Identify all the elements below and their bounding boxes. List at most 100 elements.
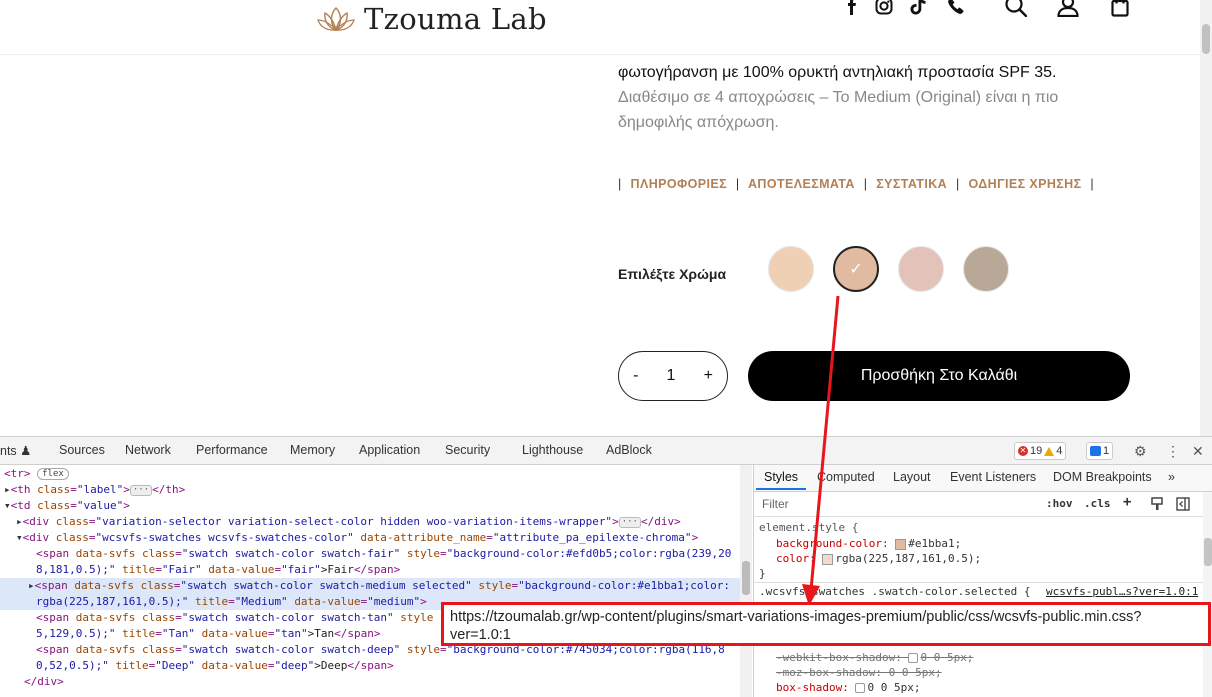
css-prop: box-shadow: bbox=[776, 681, 856, 694]
attr-value: "medium" bbox=[367, 595, 421, 608]
attr-value: "wcsvfs-swatches wcsvfs-swatches-color" bbox=[95, 531, 354, 544]
css-declaration-box-shadow[interactable]: box-shadow: 0 0 5px; bbox=[776, 681, 920, 694]
cls-toggle[interactable]: .cls bbox=[1084, 497, 1111, 510]
tab-memory[interactable]: Memory bbox=[290, 443, 335, 457]
shopping-bag-icon[interactable] bbox=[1108, 0, 1132, 18]
attr-value: rgba(225,187,161,0.5);" bbox=[36, 595, 195, 608]
qty-value[interactable]: 1 bbox=[661, 367, 682, 385]
swatch-fair[interactable] bbox=[768, 246, 814, 292]
css-declaration-webkit-shadow[interactable]: -webkit-box-shadow: 0 0 5px; bbox=[776, 651, 973, 664]
tab-sources[interactable]: Sources bbox=[59, 443, 105, 457]
instagram-icon[interactable] bbox=[872, 0, 896, 18]
settings-gear-icon[interactable]: ⚙ bbox=[1134, 443, 1147, 460]
color-swatch[interactable] bbox=[822, 553, 834, 565]
styles-scrollbar[interactable] bbox=[1203, 492, 1212, 697]
user-account-icon[interactable] bbox=[1056, 0, 1080, 18]
collapsed-ellipsis[interactable]: ··· bbox=[129, 484, 153, 496]
swatch-deep[interactable] bbox=[963, 246, 1009, 292]
css-source-link[interactable]: wcsvfs-publ…s?ver=1.0:1 bbox=[1046, 585, 1198, 598]
more-tabs-chevron-icon[interactable]: » bbox=[1168, 470, 1175, 484]
tab-security[interactable]: Security bbox=[445, 443, 490, 457]
shadow-editor-icon[interactable] bbox=[908, 653, 919, 663]
swatch-tan[interactable] bbox=[898, 246, 944, 292]
styles-scrollbar-thumb[interactable] bbox=[1204, 538, 1212, 566]
attr-name: style bbox=[406, 547, 441, 560]
filter-input[interactable]: Filter bbox=[762, 497, 789, 511]
tag-text: </span> bbox=[347, 659, 394, 672]
dom-node-th[interactable]: ▸<th class="label"> ··· </th> bbox=[4, 482, 185, 498]
attr-value: "Medium" bbox=[234, 595, 295, 608]
swatch-medium[interactable]: ✓ bbox=[833, 246, 879, 292]
site-logo[interactable]: Tzouma Lab bbox=[316, 2, 547, 36]
tab-layout[interactable]: Layout bbox=[893, 470, 931, 484]
dom-node-span-tan[interactable]: <span data-svfs class="swatch swatch-col… bbox=[36, 610, 433, 626]
styles-pane: Styles Computed Layout Event Listeners D… bbox=[753, 465, 1212, 697]
tab-event-listeners[interactable]: Event Listeners bbox=[950, 470, 1036, 484]
issues-counter[interactable]: ✕ 19 4 bbox=[1014, 442, 1067, 460]
text-node: >Fair bbox=[320, 563, 354, 576]
more-options-icon[interactable]: ⋮ bbox=[1166, 443, 1180, 460]
page-scrollbar[interactable] bbox=[1200, 0, 1212, 436]
shadow-editor-icon[interactable] bbox=[855, 683, 866, 693]
equals: = bbox=[88, 515, 96, 528]
close-devtools-icon[interactable]: ✕ bbox=[1192, 443, 1204, 460]
flex-badge[interactable]: flex bbox=[37, 468, 69, 480]
tab-results[interactable]: ΑΠΟΤΕΛΕΣΜΑΤΑ bbox=[748, 177, 855, 191]
attr-value: "swatch swatch-color swatch-medium selec… bbox=[180, 579, 479, 592]
info-counter[interactable]: 1 bbox=[1086, 442, 1114, 460]
tab-computed[interactable]: Computed bbox=[817, 470, 875, 484]
collapsed-ellipsis[interactable]: ··· bbox=[618, 516, 641, 528]
css-declaration-color[interactable]: color: rgba(225,187,161,0.5); bbox=[776, 552, 981, 565]
tab-ingredients[interactable]: ΣΥΣΤΑΤΙΚΑ bbox=[876, 177, 947, 191]
attr-value: "variation-selector variation-select-col… bbox=[95, 515, 613, 528]
hov-toggle[interactable]: :hov bbox=[1046, 497, 1073, 510]
css-declaration-moz-shadow[interactable]: -moz-box-shadow: 0 0 5px; bbox=[776, 666, 942, 679]
tab-instructions[interactable]: ΟΔΗΓΙΕΣ ΧΡΗΣΗΣ bbox=[968, 177, 1081, 191]
dom-node-span-fair[interactable]: <span data-svfs class="swatch swatch-col… bbox=[36, 546, 731, 562]
paint-brush-icon[interactable] bbox=[1150, 497, 1164, 511]
attr-value: 8,181,0.5);" bbox=[36, 563, 123, 576]
sidebar-toggle-icon[interactable] bbox=[1176, 497, 1190, 511]
tag-text: <div bbox=[22, 515, 56, 528]
tab-elements[interactable]: nts ♟ bbox=[0, 443, 31, 458]
dom-node-span-tan-cont[interactable]: 5,129,0.5);" title="Tan" data-value="tan… bbox=[36, 626, 380, 642]
tab-separator: | bbox=[863, 177, 868, 191]
attr-value: "swatch swatch-color swatch-deep" bbox=[181, 643, 407, 656]
tab-dom-breakpoints[interactable]: DOM Breakpoints bbox=[1053, 470, 1152, 484]
tab-application[interactable]: Application bbox=[359, 443, 420, 457]
tab-adblock[interactable]: AdBlock bbox=[606, 443, 652, 457]
css-declaration-bg[interactable]: background-color: #e1bba1; bbox=[776, 537, 961, 550]
add-to-cart-button[interactable]: Προσθήκη Στο Καλάθι bbox=[748, 351, 1130, 401]
description-line: Διαθέσιμο σε 4 αποχρώσεις – Το Medium (O… bbox=[618, 89, 1059, 106]
tag-text: <span bbox=[36, 547, 76, 560]
dom-node-span-fair-cont[interactable]: 8,181,0.5);" title="Fair" data-value="fa… bbox=[36, 562, 400, 578]
warning-count: 4 bbox=[1056, 445, 1063, 457]
elements-scrollbar[interactable] bbox=[740, 465, 752, 697]
tiktok-icon[interactable] bbox=[906, 0, 930, 18]
page-scrollbar-thumb[interactable] bbox=[1202, 24, 1210, 54]
dom-node-div-close[interactable]: </div> bbox=[24, 674, 64, 690]
tab-performance[interactable]: Performance bbox=[196, 443, 268, 457]
facebook-icon[interactable] bbox=[840, 0, 864, 18]
phone-icon[interactable] bbox=[944, 0, 968, 18]
qty-minus-button[interactable]: - bbox=[627, 367, 644, 385]
tab-lighthouse[interactable]: Lighthouse bbox=[522, 443, 583, 457]
equals: = bbox=[155, 563, 162, 576]
color-swatch[interactable] bbox=[895, 538, 907, 550]
tab-styles[interactable]: Styles bbox=[764, 470, 798, 484]
dom-node-tr[interactable]: <tr> flex bbox=[4, 466, 69, 482]
tab-separator: | bbox=[955, 177, 960, 191]
new-rule-plus-icon[interactable]: + bbox=[1123, 494, 1131, 510]
dom-node-span-deep-cont[interactable]: 0,52,0.5);" title="Deep" data-value="dee… bbox=[36, 658, 394, 674]
error-count: 19 bbox=[1030, 445, 1043, 457]
dom-node-td[interactable]: ▾<td class="value"> bbox=[4, 498, 130, 514]
tab-network[interactable]: Network bbox=[125, 443, 171, 457]
search-icon[interactable] bbox=[1004, 0, 1028, 18]
dom-node-swatches-div[interactable]: ▾<div class="wcsvfs-swatches wcsvfs-swat… bbox=[16, 530, 698, 546]
elements-scrollbar-thumb[interactable] bbox=[742, 561, 750, 595]
dom-node-variation-selector[interactable]: ▸<div class="variation-selector variatio… bbox=[16, 514, 681, 530]
dom-node-span-medium-selected[interactable]: ▸<span data-svfs class="swatch swatch-co… bbox=[0, 578, 740, 594]
accessibility-icon: ♟ bbox=[20, 444, 32, 458]
tab-information[interactable]: ΠΛΗΡΟΦΟΡΙΕΣ bbox=[631, 177, 727, 191]
qty-plus-button[interactable]: + bbox=[698, 367, 719, 385]
